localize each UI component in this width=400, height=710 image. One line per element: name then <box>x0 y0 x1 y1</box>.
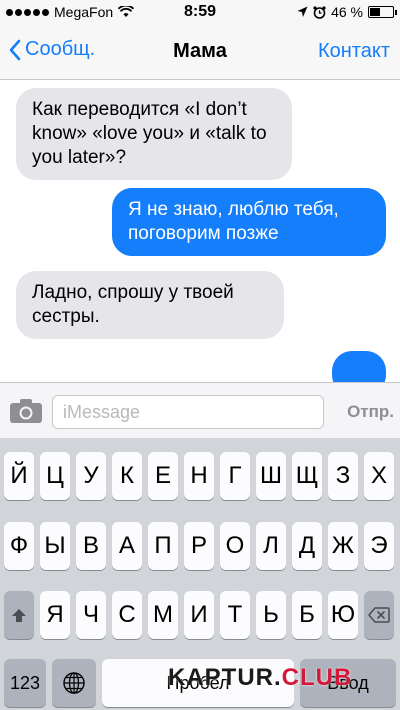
key[interactable]: О <box>220 522 250 570</box>
chevron-left-icon <box>9 39 21 60</box>
key[interactable]: Ш <box>256 452 286 500</box>
key[interactable]: М <box>148 591 178 639</box>
shift-key[interactable] <box>4 591 34 639</box>
key[interactable]: Р <box>184 522 214 570</box>
key[interactable]: Х <box>364 452 394 500</box>
key[interactable]: Щ <box>292 452 322 500</box>
shift-arrow-icon <box>12 608 26 622</box>
globe-key[interactable] <box>52 659 96 707</box>
key[interactable]: Т <box>220 591 250 639</box>
message-bubble-incoming: Ладно, спрошу у твоей сестры. <box>16 271 284 339</box>
key[interactable]: Е <box>148 452 178 500</box>
key[interactable]: К <box>112 452 142 500</box>
watermark: KAPTUR.CLUB <box>168 664 353 691</box>
key[interactable]: З <box>328 452 358 500</box>
numbers-key[interactable]: 123 <box>4 659 46 707</box>
camera-icon[interactable] <box>9 398 43 424</box>
key[interactable]: Ф <box>4 522 34 570</box>
key[interactable]: Г <box>220 452 250 500</box>
message-bubble-outgoing: Я не знаю, люблю тебя, поговорим позже <box>112 188 386 256</box>
key[interactable]: Э <box>364 522 394 570</box>
status-right: 46 % <box>297 4 397 20</box>
key[interactable]: Н <box>184 452 214 500</box>
key[interactable]: Ь <box>256 591 286 639</box>
key[interactable]: В <box>76 522 106 570</box>
key[interactable]: А <box>112 522 142 570</box>
backspace-icon <box>368 607 390 623</box>
alarm-icon <box>313 5 326 19</box>
key[interactable]: Л <box>256 522 286 570</box>
key[interactable]: Ж <box>328 522 358 570</box>
location-arrow-icon <box>297 6 308 17</box>
status-bar: MegaFon 8:59 46 % <box>0 0 400 26</box>
message-bubble-incoming: Как переводится «I don’t know» «love you… <box>16 88 292 180</box>
battery-icon <box>368 6 397 18</box>
compose-bar: Отпр. <box>0 382 400 438</box>
key[interactable]: Й <box>4 452 34 500</box>
contact-button[interactable]: Контакт <box>318 40 390 63</box>
nav-bar: Сообщ. Мама Контакт <box>0 26 400 80</box>
key[interactable]: Ы <box>40 522 70 570</box>
message-input[interactable] <box>52 395 324 429</box>
globe-icon <box>63 672 85 694</box>
battery-percent: 46 % <box>331 4 363 20</box>
key[interactable]: С <box>112 591 142 639</box>
key[interactable]: И <box>184 591 214 639</box>
key[interactable]: Д <box>292 522 322 570</box>
message-thread[interactable]: Как переводится «I don’t know» «love you… <box>0 80 400 382</box>
key[interactable]: Б <box>292 591 322 639</box>
delete-key[interactable] <box>364 591 394 639</box>
key[interactable]: Ц <box>40 452 70 500</box>
back-button[interactable]: Сообщ. <box>8 38 95 61</box>
key[interactable]: Ч <box>76 591 106 639</box>
send-button[interactable]: Отпр. <box>347 402 394 422</box>
key[interactable]: П <box>148 522 178 570</box>
message-bubble-outgoing <box>332 351 386 382</box>
back-button-label: Сообщ. <box>25 38 96 60</box>
key[interactable]: Ю <box>328 591 358 639</box>
key[interactable]: Я <box>40 591 70 639</box>
key[interactable]: У <box>76 452 106 500</box>
